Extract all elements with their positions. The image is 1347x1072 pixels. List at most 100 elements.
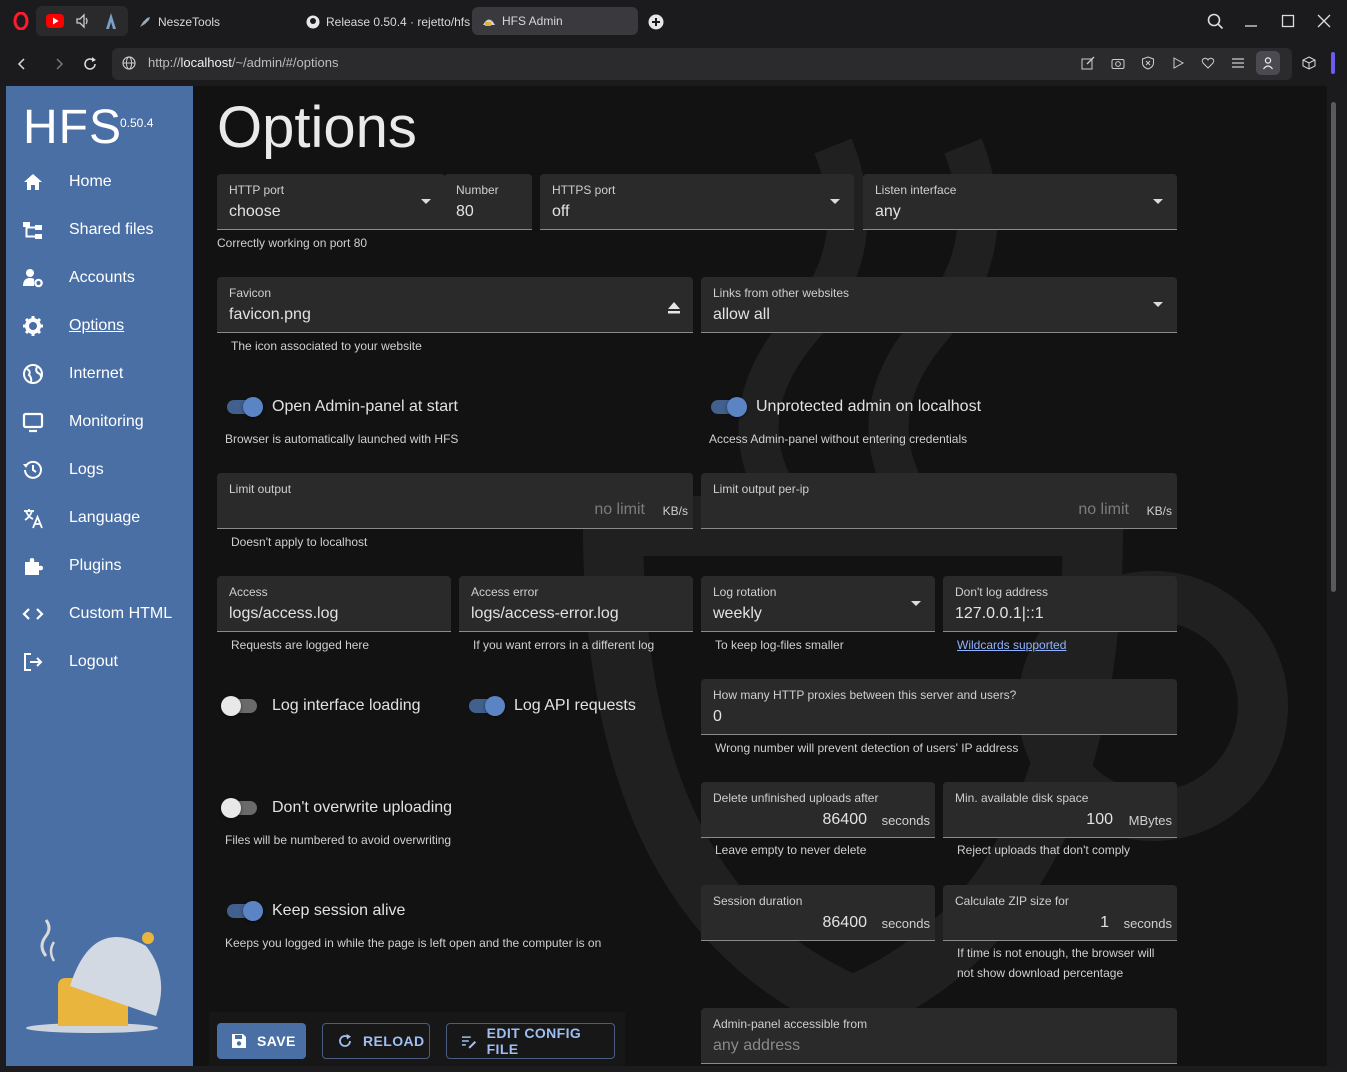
log-interface-toggle[interactable]: [221, 696, 261, 716]
sidebar-item-internet[interactable]: Internet: [6, 354, 193, 394]
field-value: 86400: [822, 811, 868, 828]
access-log-input[interactable]: Access logs/access.log: [217, 576, 451, 632]
home-icon: [24, 174, 42, 190]
keep-session-helper: Keeps you logged in while the page is le…: [225, 936, 602, 950]
sidebar-item-home[interactable]: Home: [6, 162, 193, 202]
sidebar-item-language[interactable]: Language: [6, 498, 193, 538]
zip-size-helper-line1: If time is not enough, the browser will: [957, 946, 1155, 960]
url-path: /~/admin/#/options: [231, 55, 339, 70]
delete-unfinished-input[interactable]: Delete unfinished uploads after 86400 se…: [701, 782, 935, 838]
edit-config-button[interactable]: EDIT CONFIG FILE: [446, 1023, 615, 1059]
field-value: off: [552, 203, 570, 220]
camera-icon[interactable]: [1111, 56, 1125, 70]
unprotected-admin-toggle[interactable]: [709, 397, 749, 417]
tab-hfs-admin[interactable]: HFS Admin: [472, 7, 638, 35]
tab-neszetools[interactable]: NeszeTools: [138, 8, 220, 35]
forward-icon[interactable]: [51, 56, 67, 72]
tab-github-release[interactable]: Release 0.50.4 · rejetto/hfs: [306, 8, 470, 35]
sidebar-item-label: Monitoring: [69, 413, 144, 430]
listen-interface-select[interactable]: Listen interface any: [863, 174, 1177, 230]
field-label: Don't log address: [955, 585, 1049, 599]
sidebar-item-label: Accounts: [69, 269, 135, 286]
keep-session-toggle[interactable]: [225, 901, 265, 921]
reload-browser-icon[interactable]: [82, 56, 98, 72]
field-label: Limit output per-ip: [713, 482, 810, 496]
links-other-websites-select[interactable]: Links from other websites allow all: [701, 277, 1177, 333]
sidebar-item-monitoring[interactable]: Monitoring: [6, 402, 193, 442]
field-value: logs/access.log: [229, 605, 339, 622]
minimize-icon[interactable]: [1244, 14, 1258, 28]
dont-overwrite-toggle[interactable]: [221, 798, 261, 818]
field-label: Listen interface: [875, 183, 957, 197]
heart-icon[interactable]: [1201, 56, 1215, 70]
http-port-select[interactable]: HTTP port choose: [217, 174, 445, 230]
dont-log-address-input[interactable]: Don't log address 127.0.0.1|::1: [943, 576, 1177, 632]
min-disk-space-input[interactable]: Min. available disk space 100 MBytes: [943, 782, 1177, 838]
reload-button[interactable]: RELOAD: [322, 1023, 430, 1059]
save-button[interactable]: SAVE: [217, 1023, 306, 1059]
limit-output-input[interactable]: Limit output no limit KB/s: [217, 473, 693, 529]
unprotected-admin-label: Unprotected admin on localhost: [756, 398, 982, 415]
shield-icon[interactable]: [1141, 56, 1155, 70]
limit-output-helper: Doesn't apply to localhost: [231, 535, 368, 549]
sidebar-item-accounts[interactable]: Accounts: [6, 258, 193, 298]
scrollbar-thumb[interactable]: [1331, 102, 1336, 592]
field-label: Session duration: [713, 894, 803, 908]
edit-icon[interactable]: [1081, 56, 1095, 70]
switch-knob: [727, 397, 747, 417]
switch-knob: [221, 696, 241, 716]
cube-icon[interactable]: [1302, 56, 1316, 70]
keep-session-label: Keep session alive: [272, 902, 406, 919]
sidebar-item-label: Language: [69, 509, 141, 526]
opera-logo-icon[interactable]: [12, 12, 30, 30]
sidebar-item-logout[interactable]: Logout: [6, 642, 193, 682]
floppy-icon: [232, 1034, 246, 1048]
field-unit: seconds: [881, 813, 930, 828]
maximize-icon[interactable]: [1281, 14, 1295, 28]
close-icon[interactable]: [1317, 14, 1331, 28]
youtube-icon[interactable]: [46, 14, 64, 28]
play-icon[interactable]: [1171, 56, 1185, 70]
page-title: Options: [217, 95, 417, 160]
port-number-input[interactable]: Number 80: [444, 174, 532, 230]
field-label: Links from other websites: [713, 286, 850, 300]
page-scrollbar[interactable]: [1327, 86, 1341, 1066]
aria-icon[interactable]: [104, 12, 118, 30]
search-icon[interactable]: [1207, 13, 1224, 30]
field-label: How many HTTP proxies between this serve…: [713, 688, 1017, 702]
profile-icon: [1263, 57, 1273, 70]
sidebar-item-plugins[interactable]: Plugins: [6, 546, 193, 586]
zip-size-input[interactable]: Calculate ZIP size for 1 seconds: [943, 885, 1177, 941]
tab-label: Release 0.50.4 · rejetto/hfs: [326, 14, 471, 29]
favicon-file-field[interactable]: Favicon favicon.png: [217, 277, 693, 333]
sidebar-item-logs[interactable]: Logs: [6, 450, 193, 490]
session-duration-input[interactable]: Session duration 86400 seconds: [701, 885, 935, 941]
access-error-log-input[interactable]: Access error logs/access-error.log: [459, 576, 693, 632]
speaker-icon[interactable]: [75, 13, 91, 29]
url-text[interactable]: http://localhost/~/admin/#/options: [148, 55, 338, 70]
sidebar-item-shared-files[interactable]: Shared files: [6, 210, 193, 250]
chevron-down-icon: [1153, 302, 1163, 307]
log-rotation-select[interactable]: Log rotation weekly: [701, 576, 935, 632]
limit-output-per-ip-input[interactable]: Limit output per-ip no limit KB/s: [701, 473, 1177, 529]
sidebar-item-custom-html[interactable]: Custom HTML: [6, 594, 193, 634]
http-proxies-input[interactable]: How many HTTP proxies between this serve…: [701, 679, 1177, 735]
zip-size-helper-line2: not show download percentage: [957, 966, 1124, 980]
puzzle-icon: [25, 558, 43, 575]
sidebar-item-label: Internet: [69, 365, 124, 382]
new-tab-icon[interactable]: [648, 14, 664, 30]
back-icon[interactable]: [14, 56, 30, 72]
url-scheme: http://: [148, 55, 181, 70]
log-api-toggle[interactable]: [467, 696, 507, 716]
proxies-helper: Wrong number will prevent detection of u…: [715, 741, 1019, 755]
sidebar-item-options[interactable]: Options: [6, 306, 193, 346]
port-helper-text: Correctly working on port 80: [217, 236, 368, 250]
wildcards-link[interactable]: Wildcards supported: [957, 638, 1066, 652]
eject-upload-icon[interactable]: [667, 301, 681, 315]
menu-lines-icon[interactable]: [1231, 56, 1245, 70]
https-port-select[interactable]: HTTPS port off: [540, 174, 854, 230]
switch-knob: [221, 798, 241, 818]
open-admin-toggle[interactable]: [225, 397, 265, 417]
admin-accessible-from-select[interactable]: Admin-panel accessible from any address: [701, 1008, 1177, 1064]
reload-button-label: RELOAD: [363, 1033, 425, 1049]
